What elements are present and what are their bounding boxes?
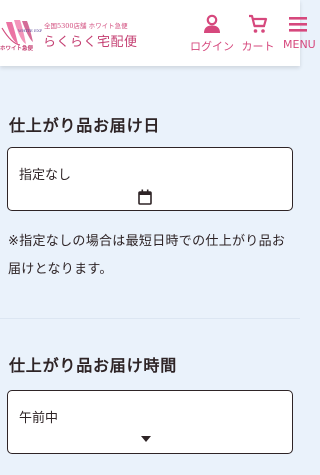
delivery-date-value: 指定なし	[19, 168, 72, 183]
logo-title[interactable]: らくらく宅配便	[43, 31, 138, 50]
cart-icon	[249, 14, 268, 33]
svg-text:WHITE EXPRESS: WHITE EXPRESS	[18, 28, 42, 33]
delivery-date-picker[interactable]: 指定なし	[7, 147, 293, 211]
nav-cart-button[interactable]: カート	[240, 14, 276, 54]
delivery-date-note: ※指定なしの場合は最短日時での仕上がり品お届けとなります。	[8, 234, 286, 277]
nav-login-label: ログイン	[190, 40, 234, 53]
delivery-time-select[interactable]: 午前中	[7, 390, 293, 454]
calendar-icon[interactable]	[138, 189, 152, 205]
nav-menu-button[interactable]: MENU	[283, 14, 316, 51]
delivery-time-value: 午前中	[19, 411, 59, 426]
logo-mark-icon: WHITE EXPRESS ホワイト急便	[0, 20, 54, 52]
logo-tagline: 全国5300店舗 ホワイト急便	[44, 22, 128, 30]
delivery-time-title: 仕上がり品お届け時間	[9, 356, 178, 375]
delivery-date-title: 仕上がり品お届け日	[9, 116, 161, 135]
brand-logo[interactable]: WHITE EXPRESS ホワイト急便	[0, 18, 54, 52]
user-icon	[204, 14, 220, 33]
nav-menu-label: MENU	[283, 38, 316, 51]
nav-cart-label: カート	[241, 40, 275, 53]
chevron-down-icon	[141, 436, 151, 442]
hamburger-menu-icon	[289, 17, 307, 32]
section-divider	[0, 318, 300, 319]
svg-text:ホワイト急便: ホワイト急便	[0, 44, 34, 52]
site-header: WHITE EXPRESS ホワイト急便 全国5300店舗 ホワイト急便 らくら…	[0, 0, 316, 66]
nav-login-button[interactable]: ログイン	[189, 14, 235, 54]
